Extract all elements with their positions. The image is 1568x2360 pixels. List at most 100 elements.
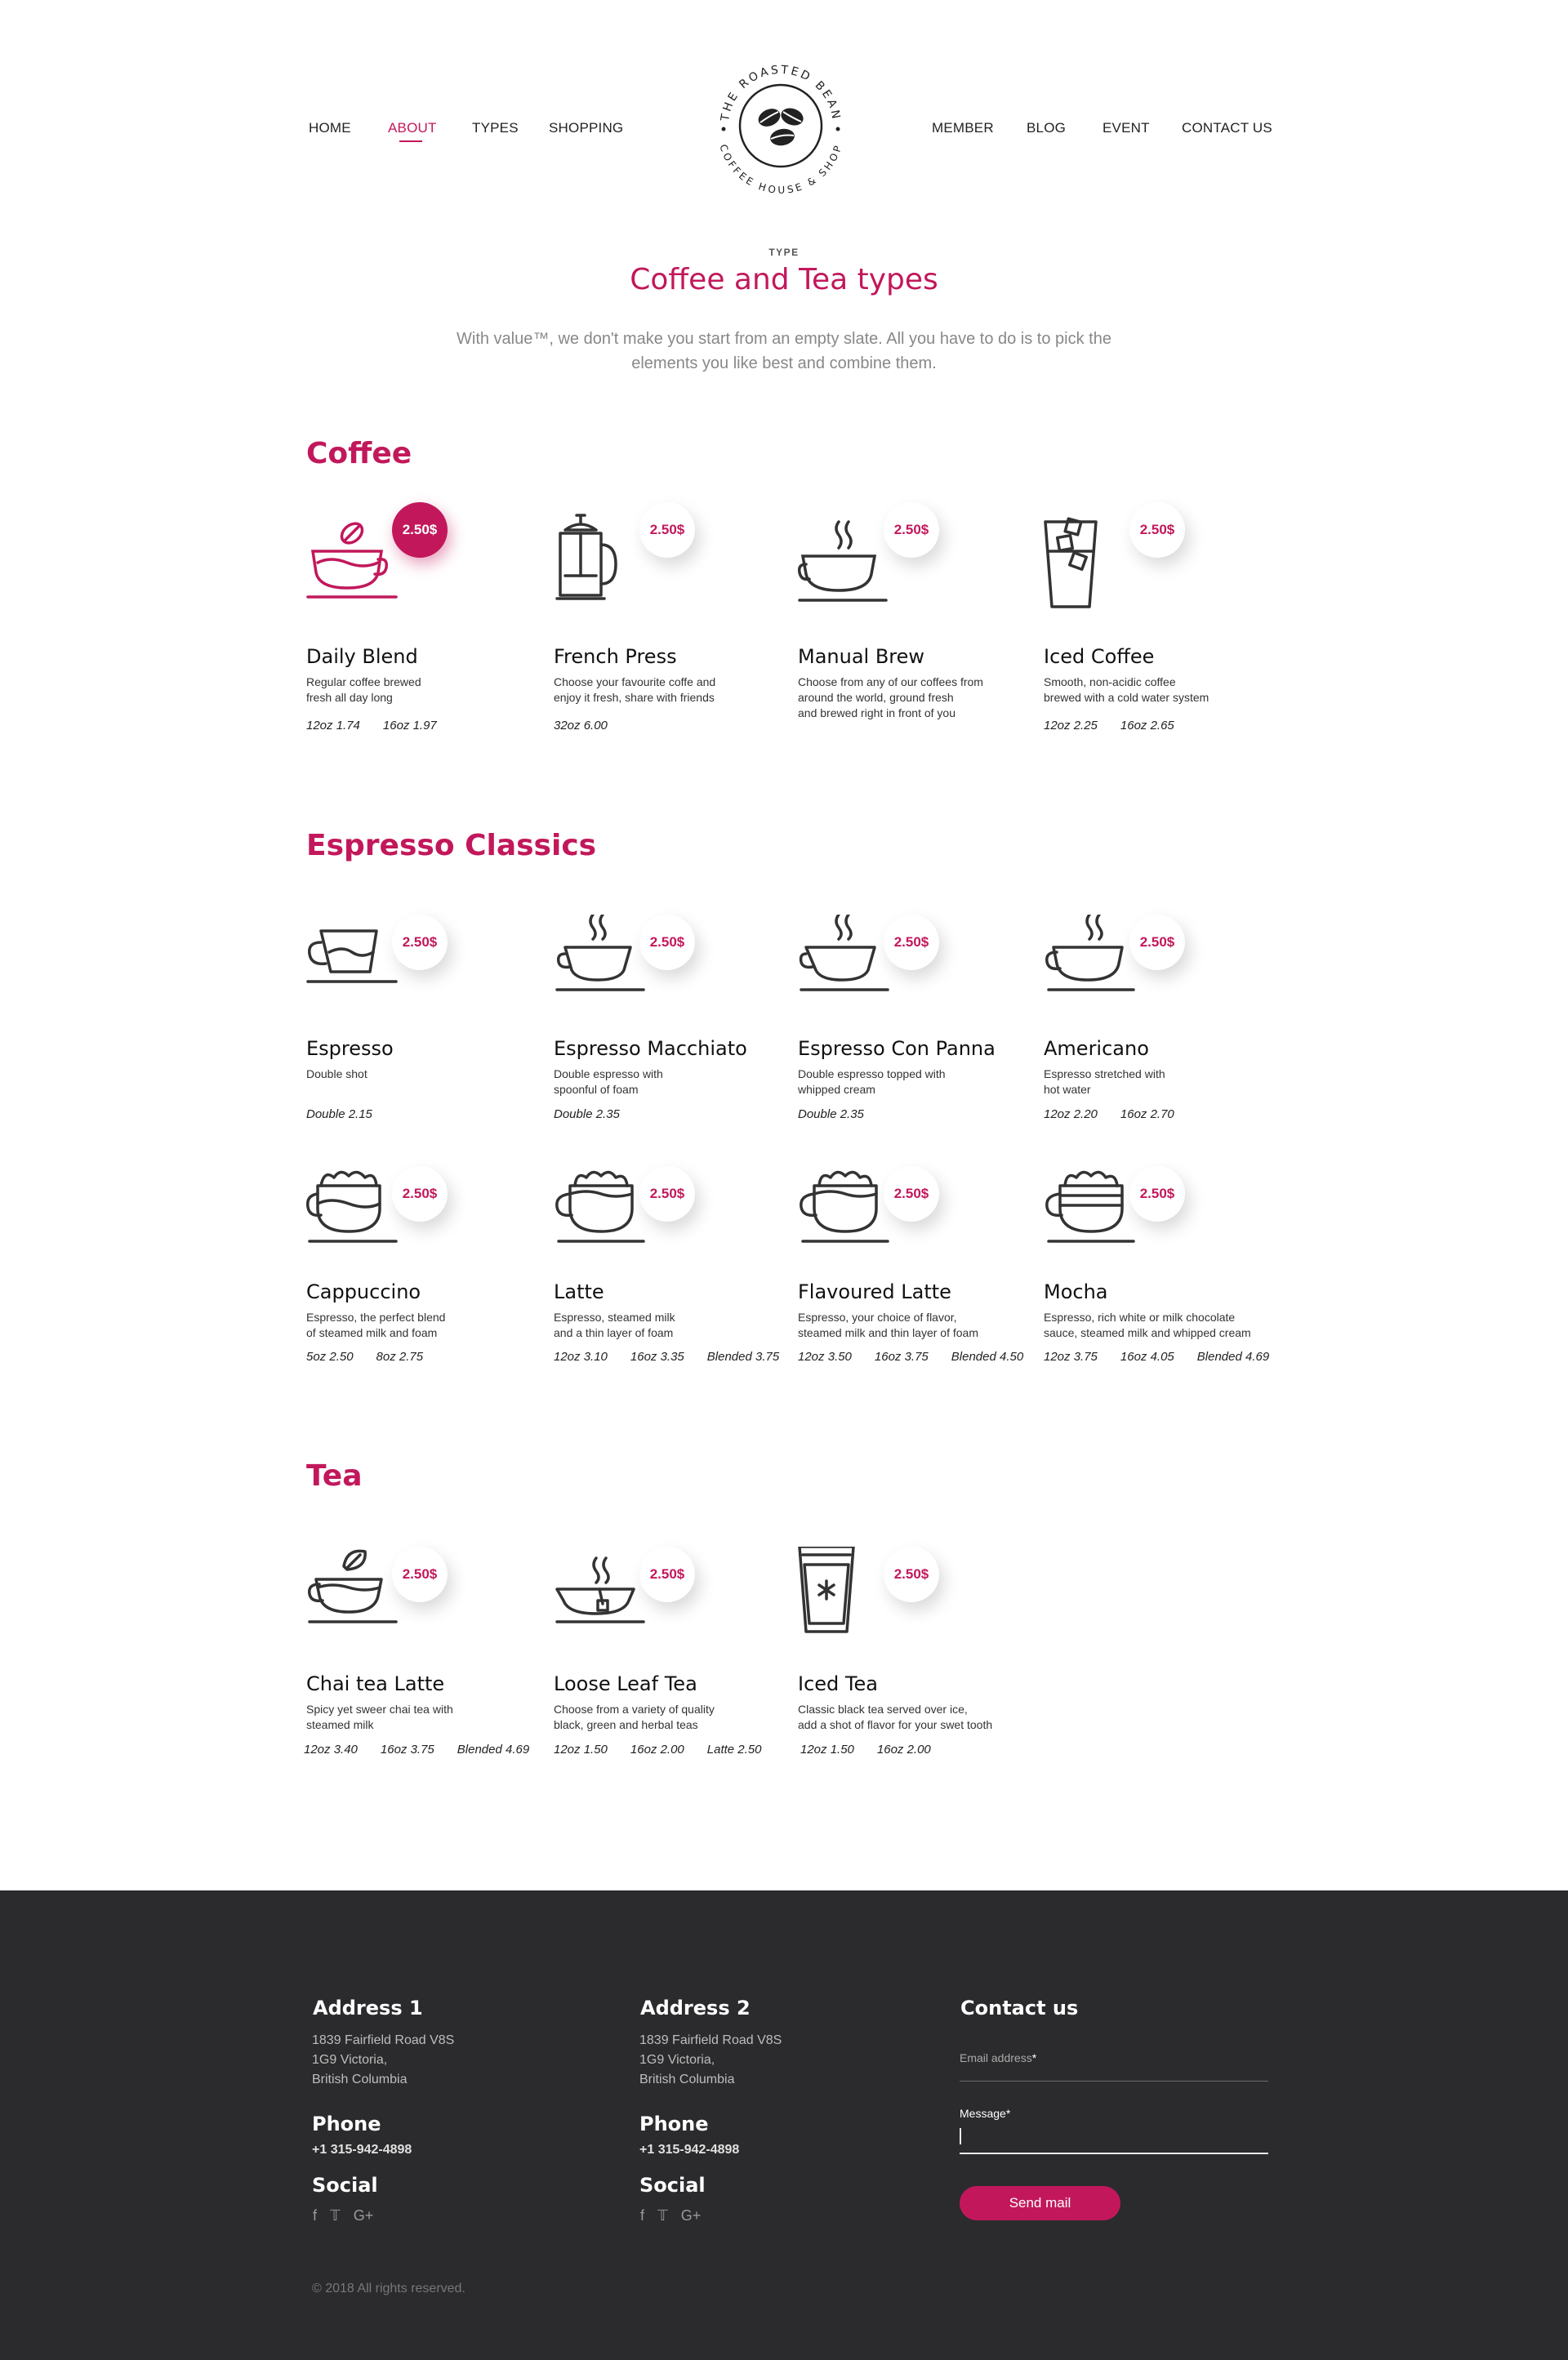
email-field[interactable]: [960, 2081, 1268, 2082]
nav-about[interactable]: ABOUT: [388, 120, 437, 136]
menu-item-chai-tea-latte[interactable]: 2.50$ Chai tea Latte Spicy yet sweer cha…: [304, 1547, 551, 1792]
footer-phone2[interactable]: +1 315-942-4898: [639, 2143, 739, 2157]
menu-item-iced-coffee[interactable]: 2.50$ Iced Coffee Smooth, non-acidic cof…: [1044, 502, 1289, 747]
menu-item-iced-tea[interactable]: 2.50$ Iced Tea Classic black tea served …: [798, 1547, 1043, 1792]
svg-text:COFFEE HOUSE & SHOP: COFFEE HOUSE & SHOP: [717, 143, 844, 196]
size-price: 16oz 4.05: [1120, 1350, 1174, 1364]
item-description: Choose from a variety of quality black, g…: [554, 1702, 774, 1733]
size-price: 16oz 1.97: [382, 719, 437, 732]
item-sizes: 12oz 1.74 16oz 1.97: [306, 719, 460, 732]
menu-item-daily-blend[interactable]: 2.50$ Daily Blend Regular coffee brewed f…: [306, 502, 551, 747]
menu-item-manual-brew[interactable]: 2.50$ Manual Brew Choose from any of our…: [798, 502, 1043, 747]
price-badge: 2.50$: [884, 502, 939, 558]
description-line: black, green and herbal teas: [554, 1718, 698, 1731]
nav-blog[interactable]: BLOG: [1027, 120, 1066, 136]
description-line: Espresso stretched with: [1044, 1067, 1165, 1080]
menu-item-loose-leaf-tea[interactable]: 2.50$ Loose Leaf Tea Choose from a varie…: [554, 1547, 799, 1792]
description-line: Espresso, steamed milk: [554, 1311, 675, 1324]
layered-cup-icon: [1045, 1170, 1135, 1243]
size-price: Blended 4.50: [951, 1350, 1024, 1364]
item-sizes: Double 2.35: [798, 1107, 887, 1121]
item-sizes: 12oz 2.25 16oz 2.65: [1044, 719, 1197, 732]
size-price: 8oz 2.75: [376, 1350, 424, 1364]
section-title-coffee: Coffee: [306, 437, 412, 470]
logo-bottom-text: COFFEE HOUSE & SHOP: [717, 143, 842, 196]
item-name: Espresso Con Panna: [798, 1037, 996, 1060]
steaming-mug-icon: [798, 520, 888, 602]
footer-phone1[interactable]: +1 315-942-4898: [312, 2143, 412, 2157]
nav-home[interactable]: HOME: [309, 120, 351, 136]
size-price: 16oz 2.00: [630, 1743, 684, 1757]
nav-shopping[interactable]: SHOPPING: [549, 120, 623, 136]
item-name: Espresso: [306, 1037, 394, 1060]
twitter-icon[interactable]: 𝕋: [330, 2207, 341, 2224]
menu-item-cappuccino[interactable]: 2.50$ Cappuccino Espresso, the perfect b…: [306, 1166, 551, 1411]
foam-cup-icon: [306, 1170, 398, 1243]
item-sizes: 12oz 2.20 16oz 2.70: [1044, 1107, 1197, 1121]
coffee-beans-logo-icon: THE ROASTED BEAN COFFEE HOUSE & SHOP: [717, 64, 844, 196]
item-sizes: 32oz 6.00: [554, 719, 630, 732]
size-price: 12oz 3.40: [304, 1743, 358, 1757]
menu-item-espresso-con-panna[interactable]: 2.50$ Espresso Con Panna Double espresso…: [798, 915, 1043, 1160]
leaf-cup-icon: [308, 1549, 398, 1623]
nav-contact-us[interactable]: CONTACT US: [1182, 120, 1272, 136]
description-line: Choose from any of our coffees from: [798, 675, 983, 688]
size-price: 12oz 3.10: [554, 1350, 608, 1364]
size-price: 5oz 2.50: [306, 1350, 354, 1364]
description-line: and a thin layer of foam: [554, 1326, 674, 1339]
address-line: 1839 Fairfield Road V8S: [639, 2033, 782, 2047]
iced-glass-icon: [1044, 517, 1098, 608]
menu-item-espresso-macchiato[interactable]: 2.50$ Espresso Macchiato Double espresso…: [554, 915, 799, 1160]
footer-social2: f 𝕋 G+: [640, 2207, 714, 2224]
description-line: Choose from a variety of quality: [554, 1703, 715, 1716]
brand-logo[interactable]: THE ROASTED BEAN COFFEE HOUSE & SHOP: [707, 52, 854, 199]
menu-item-americano[interactable]: 2.50$ Americano Espresso stretched with h…: [1044, 915, 1289, 1160]
description-line: steamed milk and thin layer of foam: [798, 1326, 978, 1339]
description-line: enjoy it fresh, share with friends: [554, 691, 715, 704]
menu-item-espresso[interactable]: 2.50$ Espresso Double shot Double 2.15: [306, 915, 551, 1160]
footer-address2-title: Address 2: [640, 1997, 751, 2019]
price-badge: 2.50$: [639, 1547, 695, 1602]
price-badge: 2.50$: [884, 915, 939, 970]
description-line: sauce, steamed milk and whipped cream: [1044, 1326, 1251, 1339]
espresso-cup-icon: [306, 929, 398, 983]
price-badge: 2.50$: [1129, 915, 1185, 970]
message-field[interactable]: [960, 2153, 1268, 2154]
description-line: hot water: [1044, 1083, 1091, 1096]
twitter-icon[interactable]: 𝕋: [657, 2207, 668, 2224]
item-sizes: 12oz 3.50 16oz 3.75 Blended 4.50: [798, 1350, 1046, 1364]
nav-member[interactable]: MEMBER: [932, 120, 994, 136]
foam-cup-icon: [555, 1170, 645, 1243]
menu-item-french-press[interactable]: 2.50$ French Press Choose your favourite…: [554, 502, 799, 747]
description-line: Double espresso with: [554, 1067, 663, 1080]
coffee-bean-cup-icon: [306, 522, 398, 599]
google-plus-icon[interactable]: G+: [354, 2207, 374, 2224]
price-badge: 2.50$: [639, 502, 695, 558]
nav-types[interactable]: TYPES: [472, 120, 519, 136]
facebook-icon[interactable]: f: [313, 2207, 317, 2224]
item-description: Double espresso topped with whipped cream: [798, 1066, 1018, 1098]
item-description: Regular coffee brewed fresh all day long: [306, 675, 527, 706]
description-line: Smooth, non-acidic coffee: [1044, 675, 1176, 688]
item-name: Manual Brew: [798, 645, 925, 668]
nav-event[interactable]: EVENT: [1102, 120, 1150, 136]
item-sizes: 12oz 1.50 16oz 2.00: [800, 1743, 954, 1757]
menu-item-latte[interactable]: 2.50$ Latte Espresso, steamed milk and a …: [554, 1166, 799, 1411]
menu-item-flavoured-latte[interactable]: 2.50$ Flavoured Latte Espresso, your cho…: [798, 1166, 1043, 1411]
size-price: Blended 4.69: [457, 1743, 530, 1757]
send-mail-button[interactable]: Send mail: [960, 2186, 1120, 2220]
item-description: Double shot: [306, 1066, 527, 1082]
facebook-icon[interactable]: f: [640, 2207, 644, 2224]
price-badge: 2.50$: [639, 1166, 695, 1222]
item-description: Espresso, steamed milk and a thin layer o…: [554, 1310, 774, 1341]
item-sizes: Double 2.15: [306, 1107, 395, 1121]
item-name: Chai tea Latte: [306, 1672, 445, 1695]
google-plus-icon[interactable]: G+: [681, 2207, 702, 2224]
section-title-espresso: Espresso Classics: [306, 829, 597, 862]
size-price: 12oz 1.50: [800, 1743, 854, 1757]
item-sizes: 12oz 3.10 16oz 3.35 Blended 3.75: [554, 1350, 802, 1364]
item-description: Smooth, non-acidic coffee brewed with a c…: [1044, 675, 1264, 706]
menu-item-mocha[interactable]: 2.50$ Mocha Espresso, rich white or milk…: [1044, 1166, 1289, 1411]
required-mark: *: [1031, 2051, 1037, 2064]
item-name: Americano: [1044, 1037, 1149, 1060]
